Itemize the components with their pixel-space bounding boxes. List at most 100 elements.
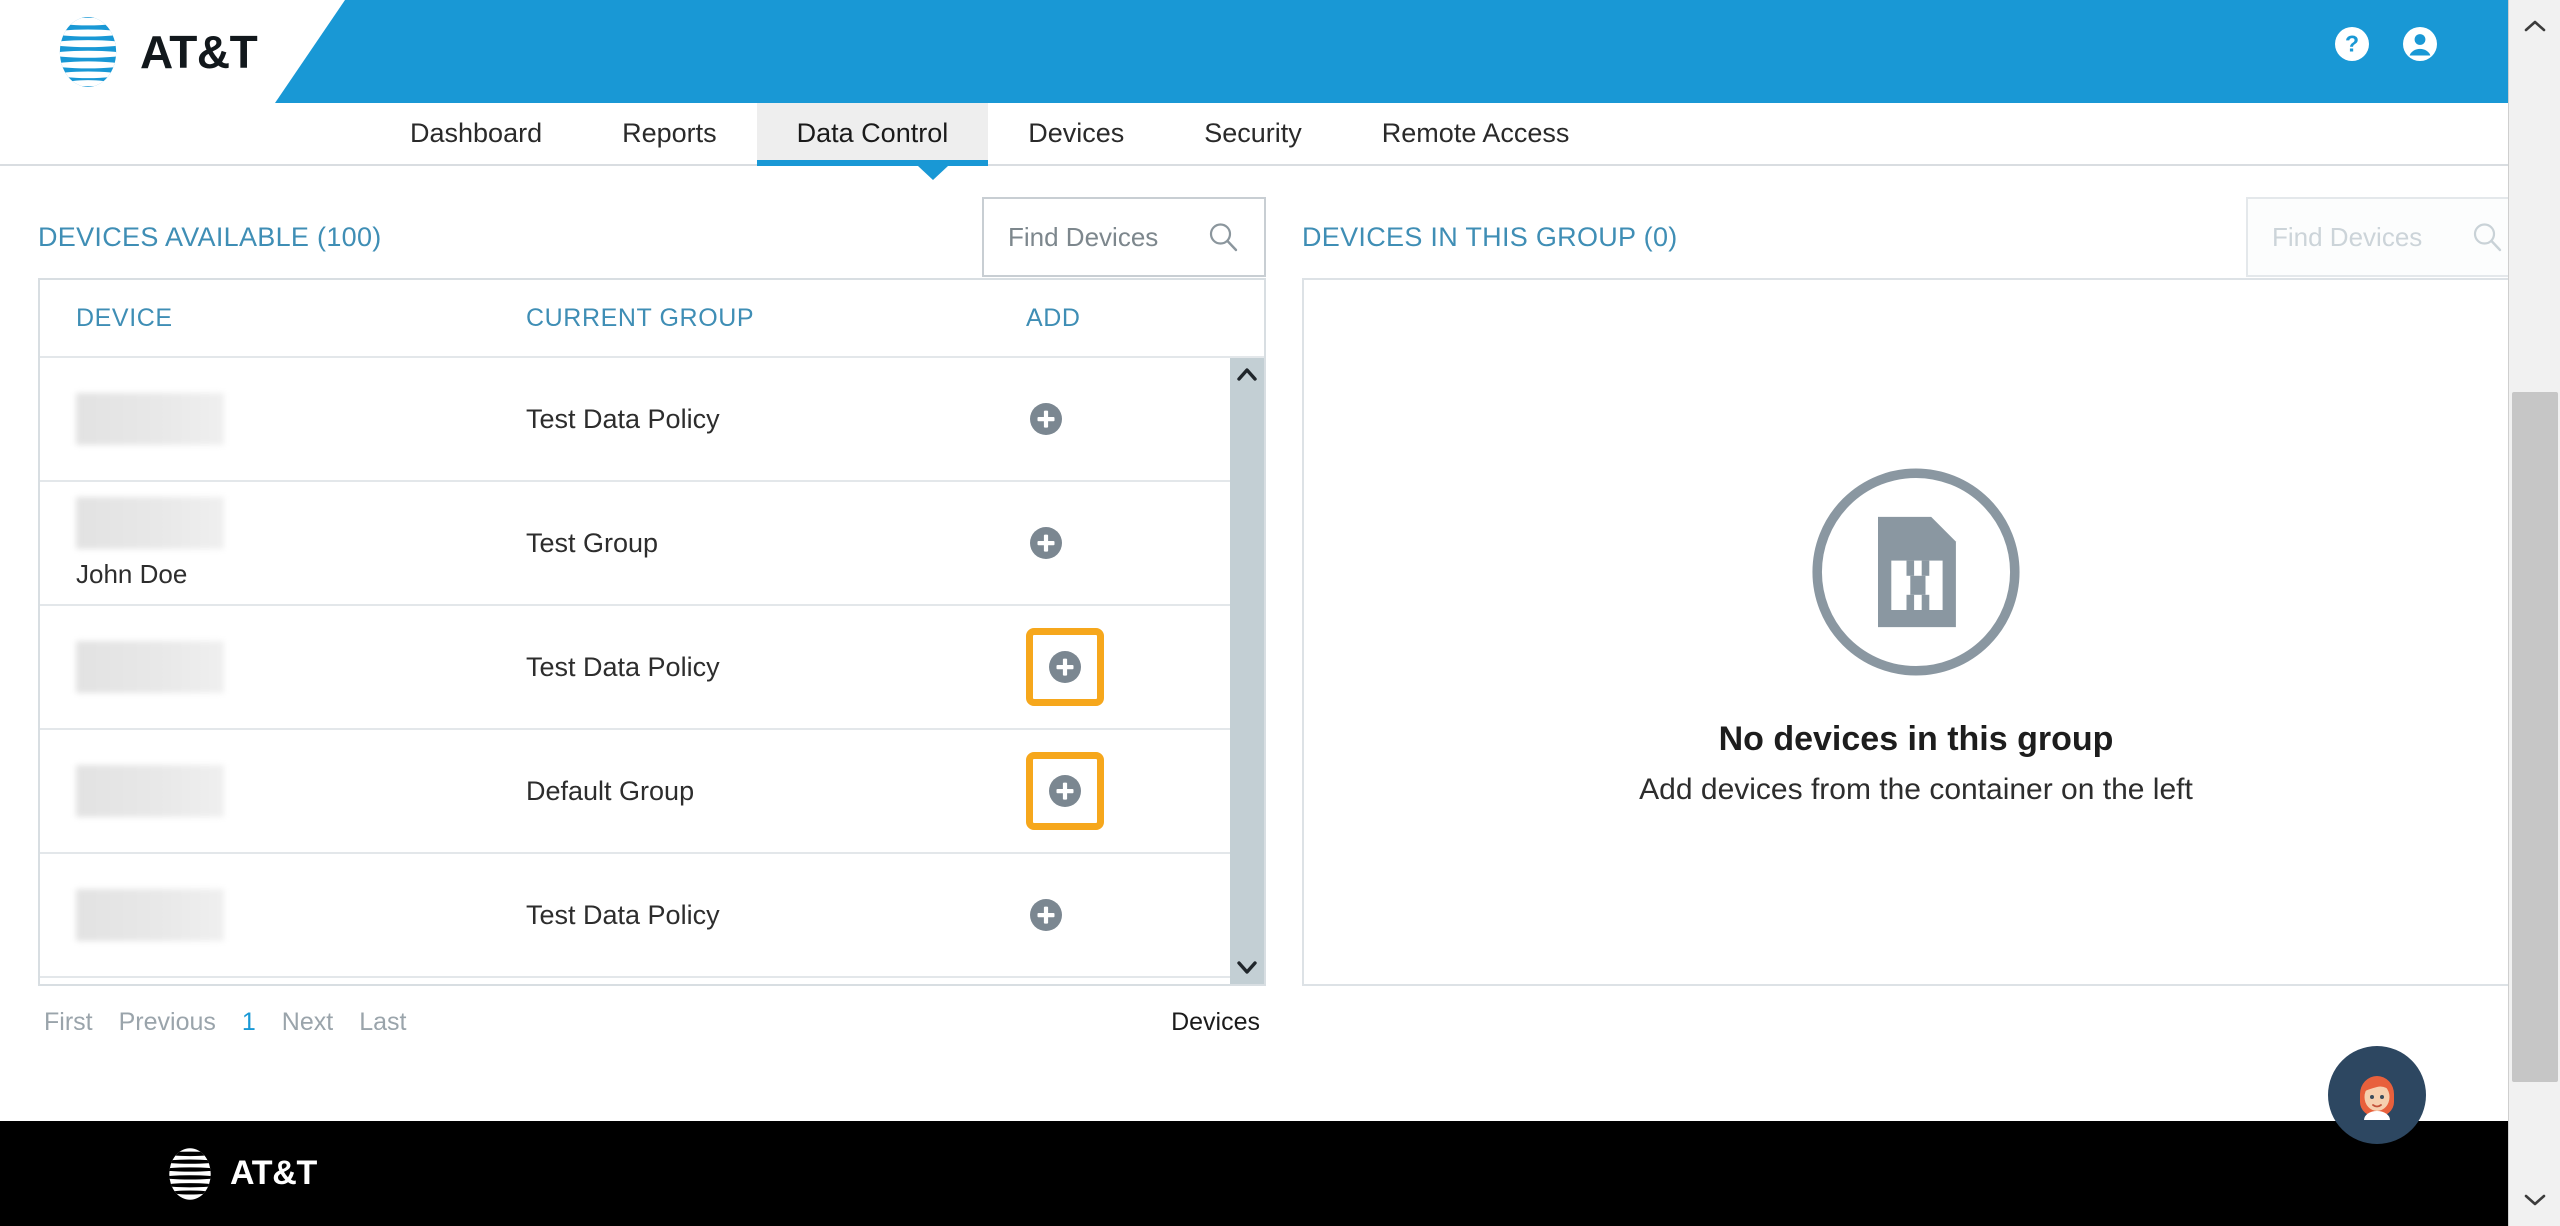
pagination-next[interactable]: Next [282, 1008, 333, 1037]
nav-label: Devices [1028, 118, 1125, 148]
search-input-right[interactable] [2272, 221, 2462, 253]
nav-item-devices[interactable]: Devices [988, 103, 1164, 164]
att-globe-icon [169, 1147, 211, 1200]
pagination-previous[interactable]: Previous [119, 1008, 216, 1037]
header-actions: ? [2332, 24, 2440, 64]
scrollbar-thumb[interactable] [2512, 392, 2558, 1082]
nav-label: Reports [622, 118, 717, 148]
add-device-button[interactable] [1045, 647, 1085, 687]
scroll-down-arrow-icon [2524, 1194, 2546, 1206]
pagination-first[interactable]: First [44, 1008, 93, 1037]
nav-item-dashboard[interactable]: Dashboard [370, 103, 582, 164]
current-group-cell: Test Data Policy [526, 403, 720, 434]
search-input-left[interactable] [1008, 221, 1198, 253]
redacted-device-name [76, 889, 224, 941]
footer-att-wordmark: AT&T [230, 1154, 317, 1192]
device-cell [76, 765, 526, 817]
main-navigation: Dashboard Reports Data Control Devices S… [0, 103, 2508, 180]
search-icon[interactable] [1206, 220, 1240, 254]
device-cell [76, 641, 526, 693]
nav-label: Data Control [796, 118, 949, 148]
add-device-button[interactable] [1026, 399, 1066, 439]
add-device-button[interactable] [1026, 523, 1066, 563]
current-group-cell: Test Data Policy [526, 899, 720, 930]
current-group-cell: Default Group [526, 775, 695, 806]
empty-state-title: No devices in this group [1718, 719, 2114, 758]
nav-item-reports[interactable]: Reports [582, 103, 757, 164]
table-row[interactable]: Default Group [40, 730, 1264, 854]
pagination: First Previous 1 Next Last Devices [38, 986, 1266, 1037]
pagination-controls: First Previous 1 Next Last [44, 1008, 406, 1037]
add-cell [1026, 752, 1206, 830]
table-row[interactable]: Test Data Policy [40, 358, 1264, 482]
support-agent-avatar-icon [2360, 1076, 2394, 1120]
device-cell [76, 889, 526, 941]
chevron-up-icon[interactable] [1235, 364, 1259, 386]
find-devices-search-right[interactable] [2246, 197, 2508, 277]
nav-item-data-control[interactable]: Data Control [756, 103, 989, 166]
redacted-device-name [76, 496, 224, 549]
device-cell [76, 393, 526, 445]
find-devices-search-left[interactable] [982, 197, 1266, 277]
current-group-cell: Test Data Policy [526, 651, 720, 682]
support-chat-button[interactable] [2328, 1046, 2426, 1144]
att-wordmark: AT&T [140, 26, 258, 78]
devices-in-group-panel: No devices in this group Add devices fro… [1302, 278, 2508, 986]
device-owner-name: John Doe [76, 558, 188, 589]
sim-card-icon [1812, 467, 2020, 676]
user-account-icon[interactable] [2400, 24, 2440, 64]
att-logo[interactable]: AT&T [50, 14, 258, 90]
nav-item-remote-access[interactable]: Remote Access [1342, 103, 1610, 164]
main-content: DEVICES AVAILABLE (100) DEVICES IN THIS … [0, 166, 2508, 1118]
browser-scrollbar[interactable] [2508, 0, 2560, 1226]
table-body: Test Data Policy John Doe Test Group Tes… [40, 358, 1264, 984]
panels-row: DEVICE CURRENT GROUP ADD Test Data Polic… [0, 278, 2508, 1037]
add-device-button[interactable] [1045, 771, 1085, 811]
add-cell [1026, 399, 1206, 439]
add-device-button[interactable] [1026, 895, 1066, 935]
header-blue-banner [275, 0, 2508, 103]
att-globe-icon [59, 17, 117, 87]
help-circle-icon[interactable]: ? [2332, 24, 2372, 64]
redacted-device-name [76, 393, 224, 445]
app-header: AT&T ? [0, 0, 2508, 103]
add-button-highlight [1026, 628, 1104, 706]
current-group-cell: Test Group [526, 527, 659, 558]
nav-label: Security [1204, 118, 1302, 148]
column-header-device: DEVICE [76, 303, 173, 332]
right-panel-header: DEVICES IN THIS GROUP (0) [1302, 196, 2508, 278]
pagination-devices-label: Devices [1171, 1008, 1260, 1036]
svg-text:?: ? [2345, 31, 2359, 57]
empty-state-subtitle: Add devices from the container on the le… [1639, 772, 2193, 806]
table-header-row: DEVICE CURRENT GROUP ADD [40, 280, 1264, 358]
table-row[interactable]: John Doe Test Group [40, 482, 1264, 606]
redacted-device-name [76, 641, 224, 693]
devices-available-table: DEVICE CURRENT GROUP ADD Test Data Polic… [38, 278, 1266, 986]
column-header-current-group: CURRENT GROUP [526, 303, 755, 332]
pagination-last[interactable]: Last [359, 1008, 406, 1037]
panel-headers: DEVICES AVAILABLE (100) DEVICES IN THIS … [0, 166, 2508, 278]
chevron-down-icon[interactable] [1235, 956, 1259, 978]
add-button-highlight [1026, 752, 1104, 830]
devices-in-group-title: DEVICES IN THIS GROUP (0) [1302, 221, 1678, 252]
table-row[interactable]: Test Data Policy [40, 854, 1264, 978]
add-cell [1026, 523, 1206, 563]
plus-circle-icon [1049, 651, 1081, 683]
search-icon [2473, 223, 2502, 252]
plus-circle-icon [1030, 527, 1062, 559]
redacted-device-name [76, 765, 224, 817]
pagination-page-1[interactable]: 1 [242, 1008, 256, 1037]
app-footer: AT&T [0, 1121, 2508, 1226]
nav-item-security[interactable]: Security [1164, 103, 1342, 164]
plus-circle-icon [1030, 899, 1062, 931]
app-page: AT&T ? Dashboard Reports Data Control De… [0, 0, 2508, 1226]
plus-circle-icon [1049, 775, 1081, 807]
plus-circle-icon [1030, 403, 1062, 435]
scroll-up-button[interactable] [2509, 0, 2560, 52]
device-cell: John Doe [76, 496, 526, 590]
table-scrollbar[interactable] [1230, 358, 1264, 984]
scroll-down-button[interactable] [2509, 1174, 2560, 1226]
table-row[interactable]: Test Data Policy [40, 606, 1264, 730]
nav-label: Dashboard [410, 118, 543, 148]
column-header-add: ADD [1026, 303, 1081, 332]
